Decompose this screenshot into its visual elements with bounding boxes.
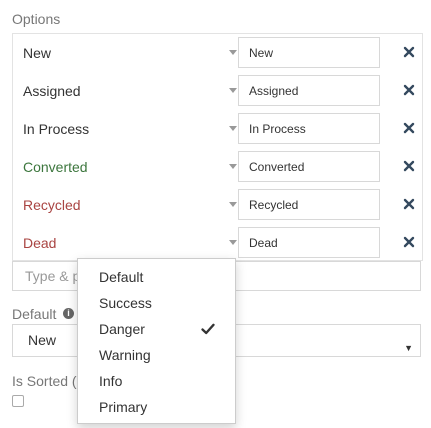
- remove-icon[interactable]: [402, 159, 416, 173]
- menu-item-info[interactable]: Info: [78, 368, 235, 394]
- menu-item-label: Danger: [99, 321, 145, 337]
- option-row: Converted Converted: [13, 148, 422, 186]
- option-row: Assigned Assigned: [13, 72, 422, 110]
- caret-down-icon: [229, 88, 237, 93]
- option-select-label: New: [23, 45, 52, 61]
- option-row: Dead Dead: [13, 224, 422, 262]
- option-value-input[interactable]: Converted: [238, 151, 380, 182]
- check-icon: [201, 323, 215, 335]
- option-style-select[interactable]: In Process: [23, 110, 243, 148]
- option-select-label: Recycled: [23, 197, 81, 213]
- is-sorted-checkbox[interactable]: [12, 395, 24, 407]
- caret-down-icon: [229, 240, 237, 245]
- option-style-select[interactable]: Assigned: [23, 72, 243, 110]
- option-style-select[interactable]: Recycled: [23, 186, 243, 224]
- option-style-select[interactable]: Dead: [23, 224, 243, 262]
- caret-down-icon: [229, 50, 237, 55]
- is-sorted-label: Is Sorted (: [12, 373, 77, 389]
- caret-down-icon: [229, 164, 237, 169]
- menu-item-primary[interactable]: Primary: [78, 394, 235, 420]
- option-value-input[interactable]: Assigned: [238, 75, 380, 106]
- option-row: New New: [13, 34, 422, 72]
- options-label: Options: [12, 11, 61, 27]
- remove-icon[interactable]: [402, 45, 416, 59]
- option-value-input[interactable]: Dead: [238, 227, 380, 258]
- remove-icon[interactable]: [402, 235, 416, 249]
- info-icon[interactable]: i: [63, 308, 74, 319]
- option-style-select[interactable]: Converted: [23, 148, 243, 186]
- option-style-select[interactable]: New: [23, 34, 243, 72]
- remove-icon[interactable]: [402, 121, 416, 135]
- option-select-label: Dead: [23, 235, 57, 251]
- option-value-input[interactable]: Recycled: [238, 189, 380, 220]
- option-select-label: Converted: [23, 159, 88, 175]
- option-select-label: In Process: [23, 121, 90, 137]
- caret-down-icon: ▼: [404, 343, 413, 353]
- option-row: In Process In Process: [13, 110, 422, 148]
- option-value-input[interactable]: In Process: [238, 113, 380, 144]
- remove-icon[interactable]: [402, 83, 416, 97]
- option-row: Recycled Recycled: [13, 186, 422, 224]
- option-select-label: Assigned: [23, 83, 81, 99]
- style-dropdown-menu: Default Success Danger Warning Info Prim…: [77, 258, 236, 424]
- caret-down-icon: [229, 202, 237, 207]
- options-list: New New Assigned Assigned In Process In …: [12, 33, 423, 261]
- remove-icon[interactable]: [402, 197, 416, 211]
- default-label: Default: [12, 306, 57, 322]
- menu-item-default[interactable]: Default: [78, 264, 235, 290]
- default-select-value: New: [28, 332, 57, 348]
- caret-down-icon: [229, 126, 237, 131]
- option-value-input[interactable]: New: [238, 37, 380, 68]
- menu-item-warning[interactable]: Warning: [78, 342, 235, 368]
- menu-item-danger[interactable]: Danger: [78, 316, 235, 342]
- menu-item-success[interactable]: Success: [78, 290, 235, 316]
